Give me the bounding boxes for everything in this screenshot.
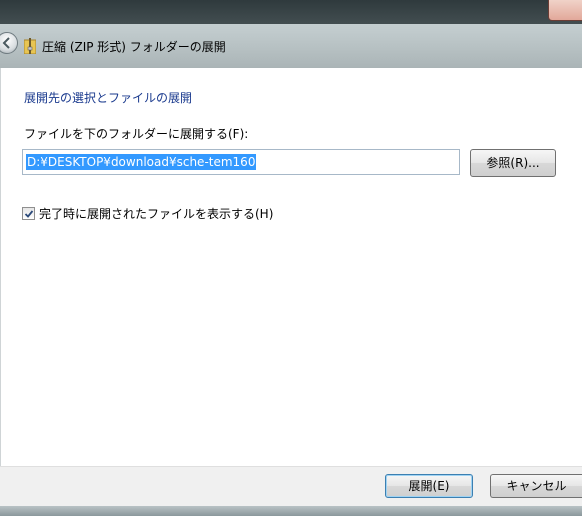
show-files-checkbox[interactable] <box>22 207 35 220</box>
zip-folder-icon <box>24 38 36 54</box>
extract-dialog: 圧縮 (ZIP 形式) フォルダーの展開 展開先の選択とファイルの展開 ファイル… <box>0 0 582 516</box>
close-button[interactable] <box>548 0 582 21</box>
window-bottom-border <box>0 506 582 516</box>
window-title: 圧縮 (ZIP 形式) フォルダーの展開 <box>42 40 226 54</box>
title-bar <box>0 0 582 68</box>
show-files-label: 完了時に展開されたファイルを表示する(H) <box>39 207 274 221</box>
browse-button[interactable]: 参照(R)... <box>470 149 556 177</box>
cancel-button[interactable]: キャンセル <box>490 474 582 498</box>
back-arrow-icon <box>2 37 10 49</box>
extract-button[interactable]: 展開(E) <box>385 474 473 498</box>
destination-label: ファイルを下のフォルダーに展開する(F): <box>24 127 249 141</box>
checkmark-icon <box>24 210 34 218</box>
destination-value: D:¥DESKTOP¥download¥sche-tem160 <box>26 154 257 170</box>
page-heading: 展開先の選択とファイルの展開 <box>24 91 193 105</box>
destination-input[interactable]: D:¥DESKTOP¥download¥sche-tem160 <box>22 149 460 175</box>
